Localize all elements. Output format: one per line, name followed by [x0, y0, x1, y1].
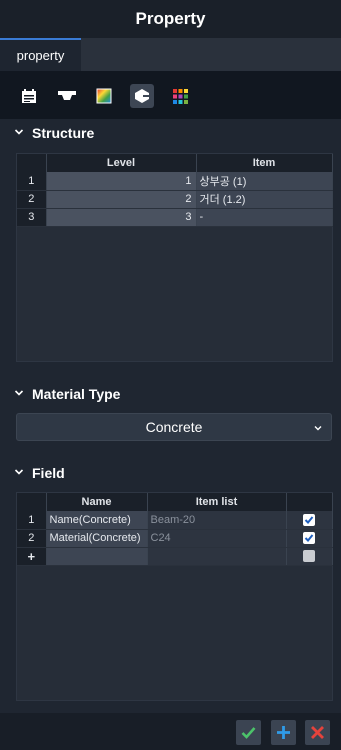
- checkbox-cell[interactable]: [286, 511, 333, 530]
- level-cell[interactable]: 1: [46, 172, 197, 191]
- check-icon: [241, 727, 256, 739]
- column-header-item[interactable]: Item: [196, 154, 333, 172]
- table-row[interactable]: 2 Material(Concrete) C24: [17, 529, 333, 548]
- row-number: 1: [17, 172, 47, 191]
- plus-icon: [277, 726, 290, 739]
- item-list-cell-empty[interactable]: [147, 547, 287, 566]
- name-cell[interactable]: Name(Concrete): [46, 511, 148, 530]
- column-header-item-list[interactable]: Item list: [147, 493, 287, 511]
- check-icon: [304, 534, 314, 543]
- check-icon: [304, 516, 314, 524]
- structure-table: Level Item 1 1 상부공 (1) 2 2 거더 (1.2) 3 3 …: [17, 154, 333, 227]
- material-type-section-header[interactable]: Material Type: [0, 381, 341, 407]
- window-titlebar: Property: [0, 0, 341, 38]
- item-list-cell[interactable]: Beam-20: [147, 511, 287, 530]
- field-table: Name Item list 1 Name(Concrete) Beam-20 …: [17, 493, 333, 566]
- tab-bar: property: [0, 38, 341, 71]
- chevron-down-icon: [314, 426, 322, 431]
- checkbox-checked[interactable]: [303, 532, 315, 545]
- structure-heading: Structure: [32, 125, 95, 141]
- checkbox-cell[interactable]: [286, 529, 333, 548]
- table-header-row: Level Item: [17, 154, 333, 172]
- row-number: 2: [17, 529, 47, 548]
- item-cell[interactable]: 상부공 (1): [196, 172, 333, 191]
- item-cell[interactable]: -: [196, 208, 333, 227]
- chevron-down-icon: [14, 469, 24, 475]
- chevron-down-icon: [14, 390, 24, 396]
- footer-actions: [0, 713, 341, 750]
- column-header-level[interactable]: Level: [46, 154, 197, 172]
- structure-panel: Level Item 1 1 상부공 (1) 2 2 거더 (1.2) 3 3 …: [16, 153, 333, 362]
- field-panel: Name Item list 1 Name(Concrete) Beam-20 …: [16, 492, 333, 701]
- toolbar: [0, 71, 341, 119]
- new-row-marker: +: [17, 547, 47, 566]
- row-number: 2: [17, 190, 47, 209]
- level-cell[interactable]: 2: [46, 190, 197, 209]
- name-cell[interactable]: Material(Concrete): [46, 529, 148, 548]
- row-number: 3: [17, 208, 47, 227]
- checkbox-cell[interactable]: [286, 547, 333, 566]
- table-header-row: Name Item list: [17, 493, 333, 511]
- table-row-new[interactable]: +: [17, 547, 333, 566]
- row-number: 1: [17, 511, 47, 530]
- name-cell-empty[interactable]: [46, 547, 148, 566]
- add-button[interactable]: [271, 720, 296, 745]
- calendar-icon[interactable]: [17, 84, 41, 108]
- confirm-button[interactable]: [236, 720, 261, 745]
- column-header-name[interactable]: Name: [46, 493, 148, 511]
- level-cell[interactable]: 3: [46, 208, 197, 227]
- row-number-header: [17, 154, 47, 172]
- table-row[interactable]: 2 2 거더 (1.2): [17, 190, 333, 209]
- field-section-header[interactable]: Field: [0, 460, 341, 486]
- color-gradient-icon[interactable]: [92, 84, 116, 108]
- item-list-cell[interactable]: C24: [147, 529, 287, 548]
- table-row[interactable]: 1 1 상부공 (1): [17, 172, 333, 191]
- field-heading: Field: [32, 465, 65, 481]
- column-header-check[interactable]: [286, 493, 333, 511]
- material-type-select[interactable]: Concrete: [16, 413, 332, 441]
- table-row[interactable]: 3 3 -: [17, 208, 333, 227]
- checkbox-checked[interactable]: [303, 513, 315, 526]
- shape-c-icon[interactable]: [130, 84, 154, 108]
- chevron-down-icon: [14, 129, 24, 135]
- checkbox-unchecked[interactable]: [303, 550, 315, 563]
- cancel-button[interactable]: [305, 720, 330, 745]
- palette-grid-icon[interactable]: [168, 84, 192, 108]
- table-row[interactable]: 1 Name(Concrete) Beam-20: [17, 511, 333, 530]
- item-cell[interactable]: 거더 (1.2): [196, 190, 333, 209]
- tab-property[interactable]: property: [0, 38, 81, 71]
- row-number-header: [17, 493, 47, 511]
- window-title: Property: [135, 9, 206, 28]
- close-icon: [311, 726, 324, 739]
- beam-section-icon[interactable]: [55, 84, 79, 108]
- material-type-heading: Material Type: [32, 386, 121, 402]
- structure-section-header[interactable]: Structure: [0, 120, 341, 146]
- material-type-value: Concrete: [145, 419, 203, 435]
